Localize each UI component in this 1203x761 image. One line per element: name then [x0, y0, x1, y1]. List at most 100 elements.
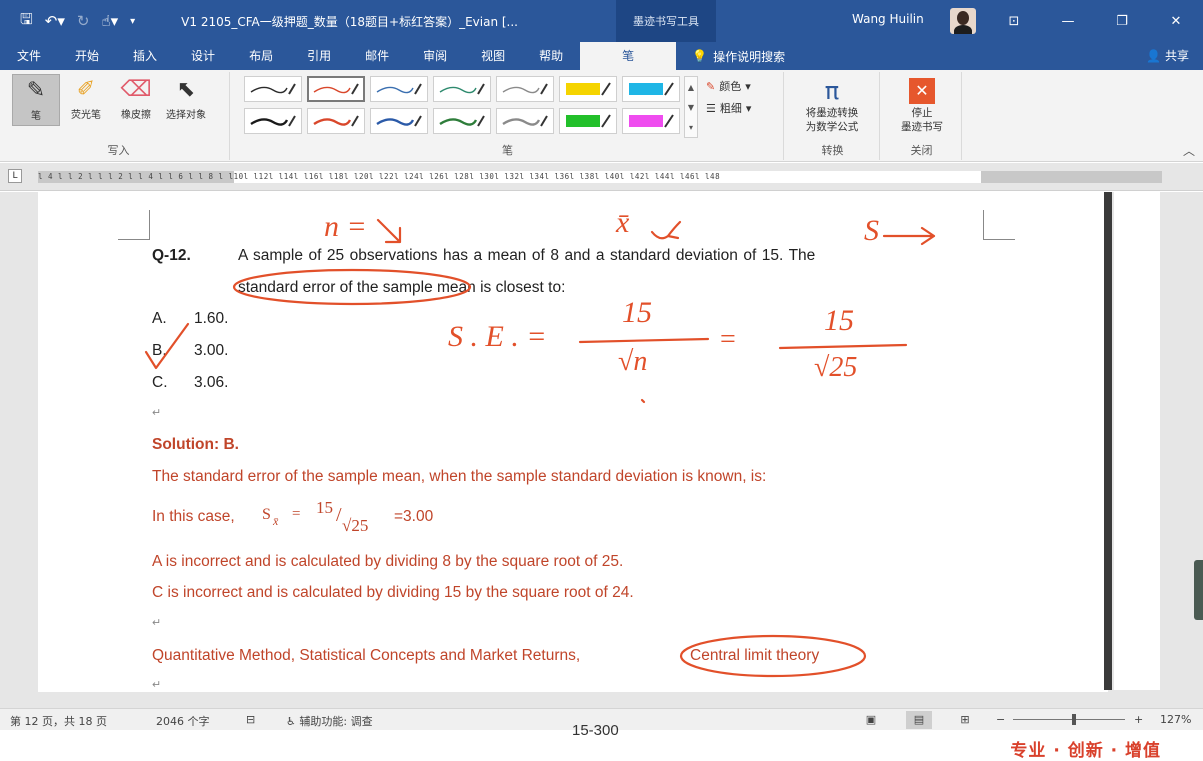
restore-icon[interactable]: ❐: [1095, 0, 1149, 42]
ink-xbar-label: x̄: [616, 206, 630, 239]
right-margin-pane: [1114, 192, 1160, 690]
ink-n-label: n =: [324, 210, 367, 243]
tell-me-search[interactable]: 💡 操作说明搜索: [692, 48, 785, 65]
ink-equals-2: =: [720, 324, 736, 355]
eraser-icon: ⌫: [120, 76, 152, 102]
ribbon-tabs: 文件 开始 插入 设计 布局 引用 邮件 审阅 视图 帮助 笔 💡 操作说明搜索…: [0, 42, 1203, 70]
paragraph-mark-3: ↵: [152, 679, 162, 691]
pen-color-button[interactable]: ✎ 颜色 ▾: [706, 78, 751, 94]
web-layout-icon[interactable]: ⊞: [952, 711, 978, 729]
gallery-down-icon[interactable]: ▼: [688, 103, 694, 112]
save-icon[interactable]: 🖫: [20, 9, 33, 34]
tab-review[interactable]: 审阅: [406, 42, 464, 70]
zoom-in-icon[interactable]: +: [1134, 713, 1143, 726]
pen-swatch[interactable]: [370, 108, 428, 134]
pen-swatch[interactable]: [559, 76, 617, 102]
case-symbol: S: [262, 506, 271, 523]
pi-icon: π: [824, 77, 840, 105]
tab-selector[interactable]: L: [8, 169, 22, 183]
group-close: ✕ 停止 墨迹书写 关闭: [882, 72, 962, 160]
stop-inking-icon: ✕: [909, 78, 935, 104]
zoom-slider-thumb[interactable]: [1072, 714, 1076, 725]
gallery-up-icon[interactable]: ▲: [688, 83, 694, 92]
pen-swatch[interactable]: [433, 108, 491, 134]
tab-layout[interactable]: 布局: [232, 42, 290, 70]
zoom-level[interactable]: 127%: [1160, 713, 1191, 726]
read-mode-icon[interactable]: ▣: [858, 711, 884, 729]
redo-icon[interactable]: ↻: [77, 12, 90, 30]
undo-icon[interactable]: ↶▾: [45, 12, 65, 30]
pen-swatch[interactable]: [433, 76, 491, 102]
crop-mark-top-right: [983, 210, 1015, 240]
group-convert-label: 转换: [821, 144, 844, 157]
pen-swatch[interactable]: [622, 76, 680, 102]
zoom-slider-track[interactable]: [1013, 719, 1125, 720]
accessibility-icon: ♿: [286, 715, 296, 728]
pen-swatch[interactable]: [307, 108, 365, 134]
pen-swatch[interactable]: [496, 76, 554, 102]
page-count[interactable]: 第 12 页，共 18 页: [10, 713, 107, 729]
close-icon[interactable]: ✕: [1149, 0, 1203, 42]
group-pens-label: 笔: [502, 144, 513, 157]
eraser-tool-label: 橡皮擦: [121, 110, 151, 121]
ribbon: ✎ 笔 ✐ 荧光笔 ⌫ 橡皮擦 ⬉ 选择对象 写入 笔 ▲ ▼ ▾ ✎ 颜色 ▾ …: [0, 70, 1203, 162]
option-a-value: 1.60.: [194, 310, 229, 327]
pen-swatch[interactable]: [496, 108, 554, 134]
pen-swatch[interactable]: [244, 76, 302, 102]
tab-view[interactable]: 视图: [464, 42, 522, 70]
case-slash: /: [336, 504, 342, 526]
pen-thickness-button[interactable]: ☰ 粗细 ▾: [706, 100, 751, 116]
tab-mailings[interactable]: 邮件: [348, 42, 406, 70]
ink-to-math-button[interactable]: π 将墨迹转换 为数学公式: [792, 76, 872, 134]
tab-file[interactable]: 文件: [0, 42, 58, 70]
pen-swatch[interactable]: [307, 76, 365, 102]
accessibility-status[interactable]: ♿ 辅助功能: 调查: [286, 713, 373, 729]
eraser-tool-button[interactable]: ⌫ 橡皮擦: [112, 74, 160, 126]
pen-swatch[interactable]: [244, 108, 302, 134]
tab-home[interactable]: 开始: [58, 42, 116, 70]
select-object-button[interactable]: ⬉ 选择对象: [162, 74, 210, 126]
accessibility-label: 辅助功能: 调查: [299, 715, 373, 728]
ink-se-label: S . E . =: [448, 320, 547, 353]
tab-references[interactable]: 引用: [290, 42, 348, 70]
ink-denominator-1: √n: [618, 346, 648, 377]
print-layout-icon[interactable]: ▤: [906, 711, 932, 729]
gallery-scroll[interactable]: ▲ ▼ ▾: [684, 76, 698, 138]
minimize-icon[interactable]: —: [1041, 0, 1095, 42]
share-button[interactable]: 👤 共享: [1146, 42, 1189, 70]
cursor-icon: ⬉: [176, 76, 196, 102]
pen-swatch[interactable]: [559, 108, 617, 134]
tab-pen[interactable]: 笔: [580, 42, 677, 70]
tab-help[interactable]: 帮助: [522, 42, 580, 70]
pen-icon: ✎: [26, 77, 46, 103]
pen-thickness-label: 粗细: [719, 102, 742, 115]
user-name[interactable]: Wang Huilin: [852, 12, 924, 26]
ribbon-display-icon[interactable]: ⊡: [987, 0, 1041, 42]
collapse-ribbon-icon[interactable]: ︿: [1183, 142, 1195, 159]
stop-inking-button[interactable]: ✕ 停止 墨迹书写: [892, 76, 952, 134]
touch-mode-icon[interactable]: ☝▾: [101, 12, 118, 30]
tab-insert[interactable]: 插入: [116, 42, 174, 70]
word-count[interactable]: 2046 个字: [156, 713, 210, 729]
vertical-scrollbar[interactable]: [1104, 192, 1112, 690]
tab-design[interactable]: 设计: [174, 42, 232, 70]
pen-swatch[interactable]: [370, 76, 428, 102]
customize-qat-icon[interactable]: ▾: [130, 16, 135, 27]
case-result: =3.00: [394, 508, 434, 525]
pen-swatch[interactable]: [622, 108, 680, 134]
zoom-out-icon[interactable]: −: [996, 713, 1005, 726]
proofing-icon[interactable]: ⊟: [246, 713, 255, 726]
highlighter-tool-button[interactable]: ✐ 荧光笔: [62, 74, 110, 126]
pen-tool-button[interactable]: ✎ 笔: [12, 74, 60, 126]
color-pen-icon: ✎: [706, 79, 716, 93]
paragraph-mark: ↵: [152, 407, 162, 419]
side-panel-handle[interactable]: [1194, 560, 1203, 620]
page[interactable]: Q-12. A sample of 25 observations has a …: [38, 192, 1108, 692]
avatar[interactable]: [950, 8, 976, 34]
topic-highlight: Central limit theory: [690, 647, 820, 664]
question-line1: A sample of 25 observations has a mean o…: [238, 247, 816, 264]
question-line2: standard error of the sample mean is clo…: [238, 279, 566, 296]
option-a-letter: A.: [152, 310, 167, 327]
group-close-label: 关闭: [910, 144, 933, 157]
gallery-more-icon[interactable]: ▾: [689, 123, 693, 132]
